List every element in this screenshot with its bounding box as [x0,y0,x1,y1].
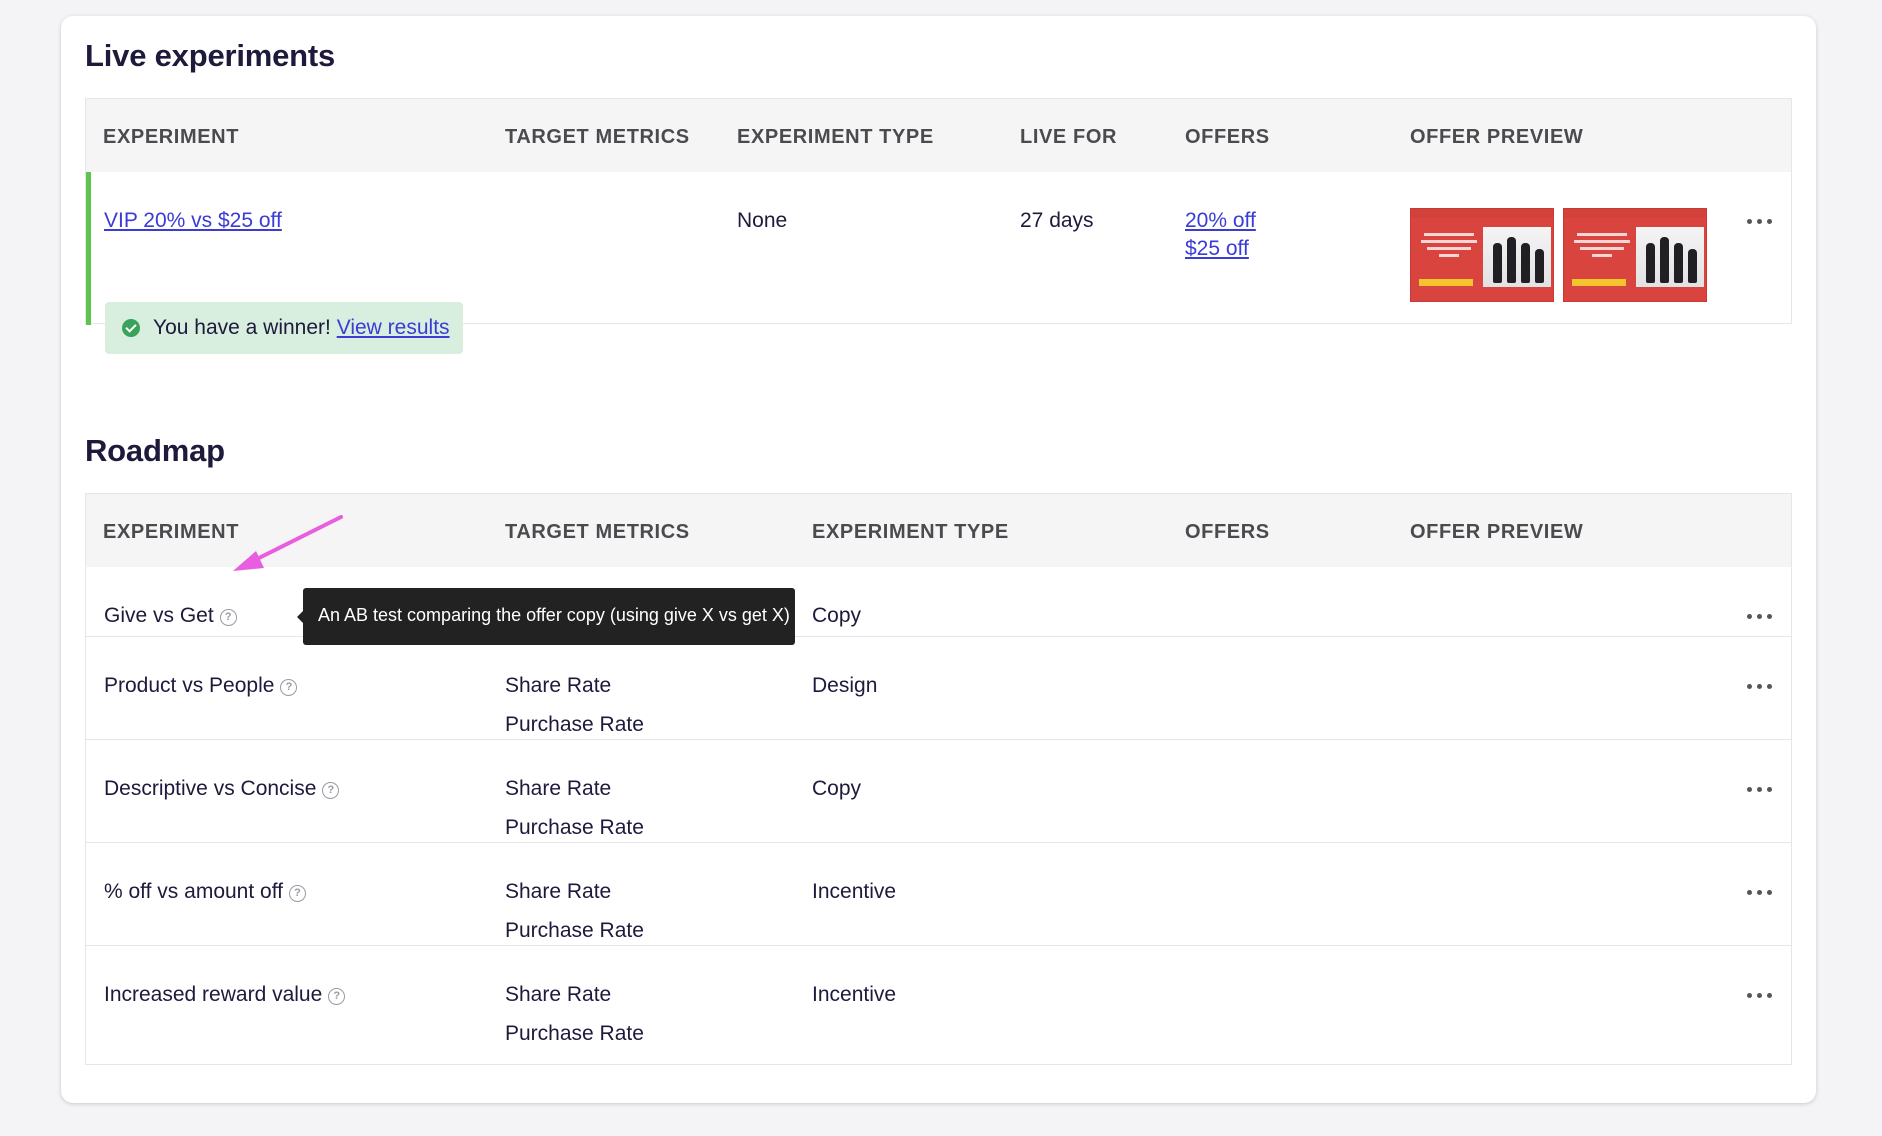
metric-value: Purchase Rate [505,1022,644,1045]
winner-banner: You have a winner! View results [105,302,463,354]
more-options-icon[interactable] [1747,218,1773,226]
experiment-name: Increased reward value? [104,983,346,1007]
experiment-type-value: Incentive [812,880,897,903]
roadmap-table: EXPERIMENT TARGET METRICS EXPERIMENT TYP… [85,493,1792,1065]
row-divider [86,842,1791,843]
experiment-type-value: Incentive [812,983,897,1006]
metric-value: Share Rate [505,777,612,800]
col-target-metrics: TARGET METRICS [505,126,690,148]
experiment-type-value: None [737,209,788,232]
experiment-name: % off vs amount off? [104,880,306,904]
col-offer-preview: OFFER PREVIEW [1410,521,1584,543]
metric-value: Purchase Rate [505,816,644,839]
live-for-value: 27 days [1020,209,1094,232]
experiment-name: Product vs People? [104,674,298,698]
metric-value: Share Rate [505,983,612,1006]
check-circle-icon [122,319,140,337]
help-icon[interactable]: ? [280,679,298,696]
col-experiment-type: EXPERIMENT TYPE [737,126,934,148]
experiment-type-value: Design [812,674,878,697]
roadmap-title: Roadmap [85,433,225,468]
experiment-name: Descriptive vs Concise? [104,777,340,801]
table-header: EXPERIMENT TARGET METRICS EXPERIMENT TYP… [86,494,1791,567]
help-icon[interactable]: ? [328,988,346,1005]
row-divider [86,739,1791,740]
experiment-type-value: Copy [812,604,862,627]
experiment-link[interactable]: VIP 20% vs $25 off [104,209,282,233]
offer-link[interactable]: $25 off [1185,237,1249,261]
col-target-metrics: TARGET METRICS [505,521,690,543]
more-options-icon[interactable] [1747,889,1773,897]
metric-value: Share Rate [505,674,612,697]
help-icon[interactable]: ? [289,885,306,902]
col-live-for: LIVE FOR [1020,126,1118,148]
more-options-icon[interactable] [1747,683,1773,691]
experiment-name: Give vs Get? [104,604,237,628]
experiments-card: Live experiments EXPERIMENT TARGET METRI… [61,16,1816,1103]
more-options-icon[interactable] [1747,992,1773,1000]
help-tooltip: An AB test comparing the offer copy (usi… [297,588,795,645]
offer-preview-thumbnail[interactable] [1410,208,1554,302]
col-experiment: EXPERIMENT [103,521,240,543]
status-indicator [86,172,91,325]
offer-preview-thumbnail[interactable] [1563,208,1707,302]
col-offers: OFFERS [1185,126,1270,148]
metric-value: Purchase Rate [505,919,644,942]
live-experiments-title: Live experiments [85,38,336,73]
table-header: EXPERIMENT TARGET METRICS EXPERIMENT TYP… [86,99,1791,172]
more-options-icon[interactable] [1747,786,1773,794]
metric-value: Share Rate [505,880,612,903]
experiment-name-text: Increased reward value [104,983,323,1006]
live-experiments-table: EXPERIMENT TARGET METRICS EXPERIMENT TYP… [85,98,1792,354]
experiment-type-value: Copy [812,777,862,800]
winner-text: You have a winner! [153,316,331,339]
more-options-icon[interactable] [1747,613,1773,621]
help-icon[interactable]: ? [322,782,340,799]
col-offers: OFFERS [1185,521,1270,543]
col-experiment-type: EXPERIMENT TYPE [812,521,1009,543]
col-offer-preview: OFFER PREVIEW [1410,126,1584,148]
view-results-link[interactable]: View results [337,316,450,339]
row-divider [86,945,1791,946]
experiment-name-text: % off vs amount off [104,880,283,903]
experiment-name-text: Give vs Get [104,604,214,627]
col-experiment: EXPERIMENT [103,126,240,148]
experiment-name-text: Descriptive vs Concise [104,777,317,800]
experiment-name-text: Product vs People [104,674,275,697]
metric-value: Purchase Rate [505,713,644,736]
offer-link[interactable]: 20% off [1185,209,1256,233]
help-icon[interactable]: ? [219,609,237,626]
